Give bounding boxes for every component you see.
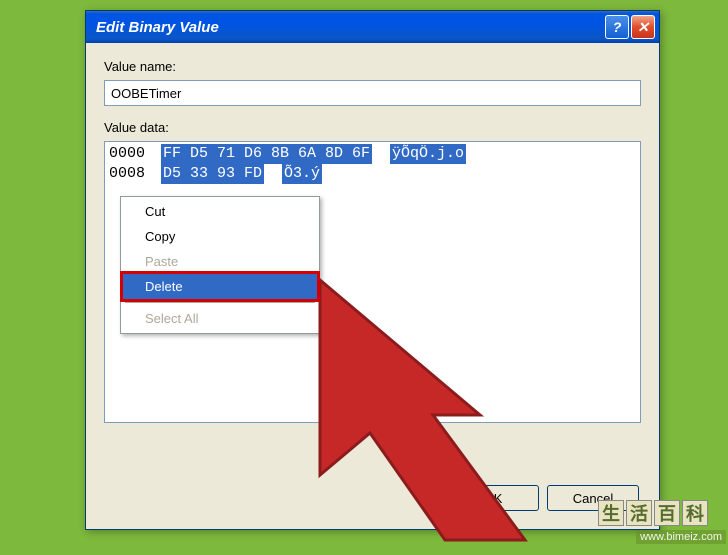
hex-row: 0008 D5 33 93 FD Õ3.ý [109,164,636,184]
value-name-input[interactable] [104,80,641,106]
hex-bytes[interactable]: D5 33 93 FD [161,164,264,184]
watermark-url: www.bimeiz.com [636,530,726,544]
dialog-title: Edit Binary Value [96,19,603,36]
menu-select-all: Select All [123,306,317,331]
titlebar[interactable]: Edit Binary Value ? ✕ [86,11,659,43]
watermark-chars: 生 活 百 科 [598,500,708,526]
hex-offset: 0008 [109,164,161,184]
cn-char: 活 [626,500,652,526]
hex-row: 0000 FF D5 71 D6 8B 6A 8D 6F ÿÕqÖ.j.o [109,144,636,164]
menu-cut[interactable]: Cut [123,199,317,224]
cn-char: 科 [682,500,708,526]
help-icon: ? [613,19,622,35]
menu-separator [125,302,315,303]
hex-ascii[interactable]: Õ3.ý [282,164,322,184]
menu-copy[interactable]: Copy [123,224,317,249]
hex-bytes[interactable]: FF D5 71 D6 8B 6A 8D 6F [161,144,372,164]
close-icon: ✕ [637,19,649,36]
context-menu: Cut Copy Paste Delete Select All [120,196,320,334]
help-button[interactable]: ? [605,15,629,39]
close-button[interactable]: ✕ [631,15,655,39]
value-data-label: Value data: [104,120,641,135]
menu-delete[interactable]: Delete [120,271,320,302]
hex-ascii[interactable]: ÿÕqÖ.j.o [390,144,466,164]
cn-char: 百 [654,500,680,526]
hex-offset: 0000 [109,144,161,164]
cn-char: 生 [598,500,624,526]
ok-button[interactable]: OK [447,485,539,511]
value-name-label: Value name: [104,59,641,74]
